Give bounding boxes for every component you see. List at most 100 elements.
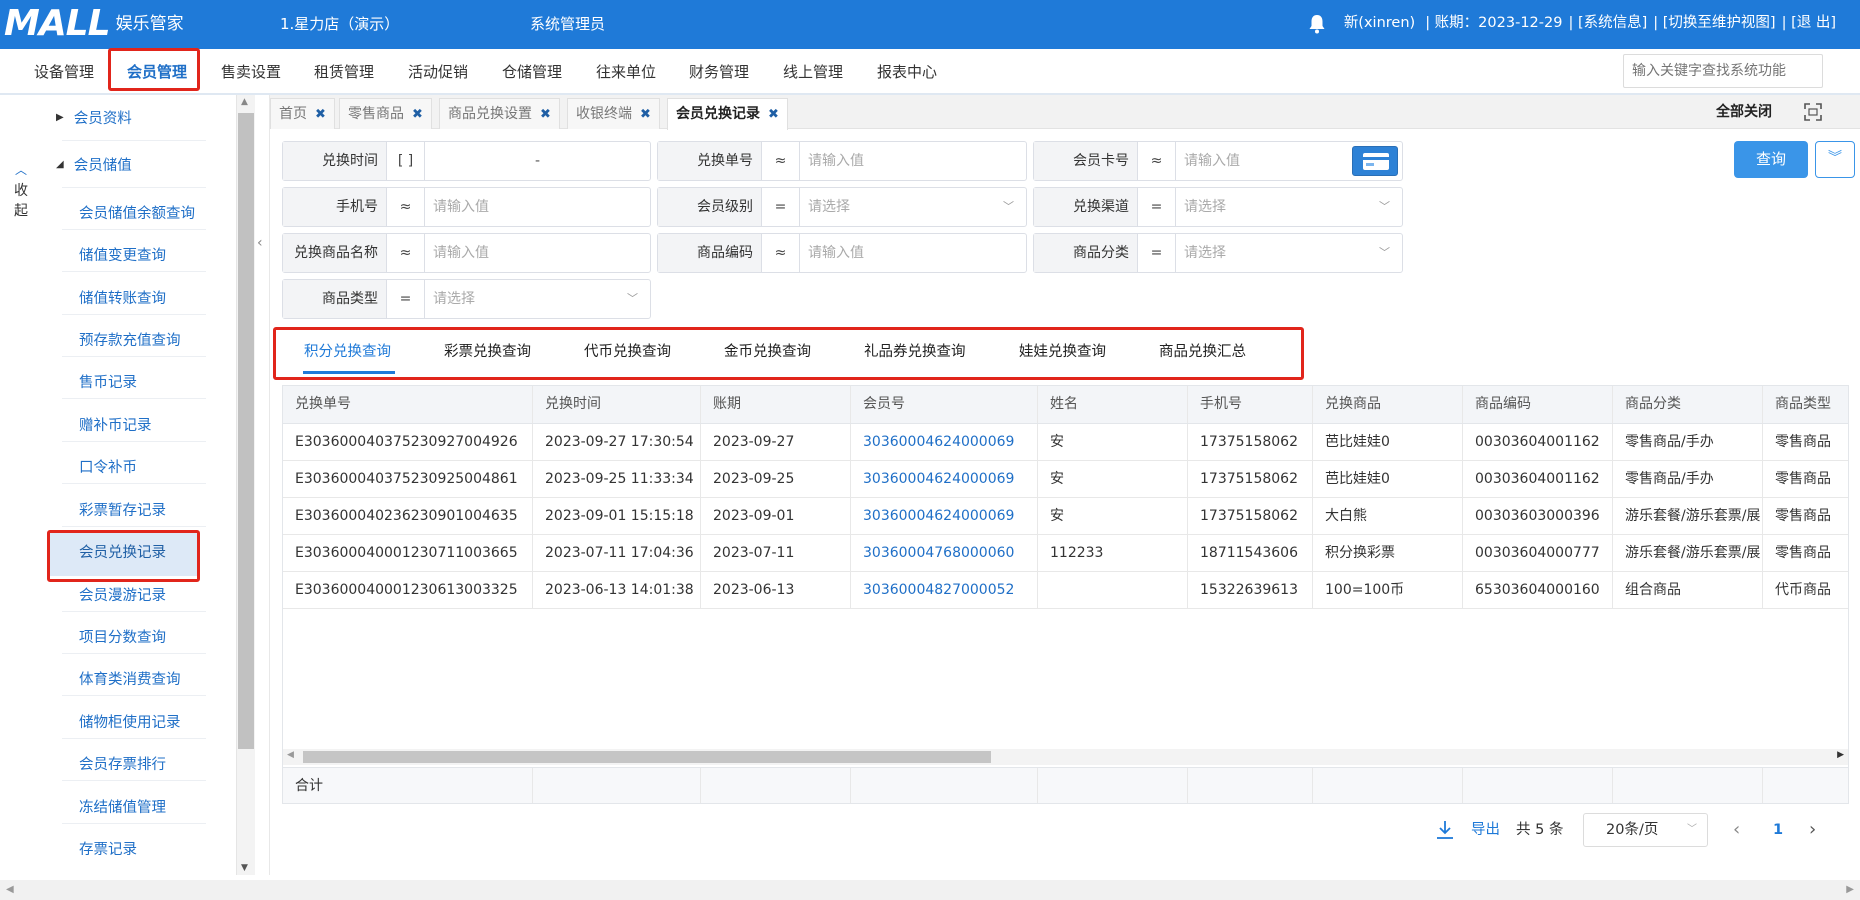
operator[interactable]: ≈ [387, 188, 425, 226]
export-button[interactable]: 导出 [1471, 812, 1500, 848]
scroll-up-icon[interactable]: ▲ [241, 97, 248, 107]
system-info-link[interactable]: | [系统信息] [1568, 0, 1647, 47]
column-header[interactable]: 兑换商品 [1313, 386, 1463, 423]
operator[interactable]: = [1138, 188, 1176, 226]
sidebar-item-project-score[interactable]: 项目分数查询 [79, 626, 166, 647]
sidebar-scrollbar[interactable]: ▲ ▼ [237, 95, 255, 875]
column-header[interactable]: 账期 [701, 386, 851, 423]
user-name[interactable]: 新(xinren) [1344, 0, 1415, 47]
scroll-right-icon[interactable]: ▶ [1846, 884, 1854, 895]
subtab-ticket-exchange[interactable]: 彩票兑换查询 [444, 327, 531, 377]
download-icon[interactable] [1436, 820, 1454, 840]
sidebar-toggle[interactable]: ‹ [255, 95, 270, 875]
menu-finance[interactable]: 财务管理 [689, 49, 749, 95]
column-header[interactable]: 兑换单号 [283, 386, 533, 423]
menu-member[interactable]: 会员管理 [127, 49, 187, 95]
sidebar-item-sports-consumption[interactable]: 体育类消费查询 [79, 668, 181, 689]
exchange-no-input[interactable]: 请输入值 [800, 142, 1026, 180]
table-horizontal-scrollbar[interactable]: ◀ ▶ [283, 749, 1848, 765]
cell-member-no[interactable]: 30360004624000069 [851, 461, 1038, 497]
logout-link[interactable]: | [退 出] [1782, 0, 1836, 47]
sidebar-item-member-exchange[interactable]: 会员兑换记录 [79, 541, 166, 562]
cell-member-no[interactable]: 30360004768000060 [851, 535, 1038, 571]
column-header[interactable]: 会员号 [851, 386, 1038, 423]
goods-code-input[interactable]: 请输入值 [800, 234, 1026, 272]
table-row[interactable]: E303600040001230613003325 2023-06-13 14:… [283, 572, 1848, 609]
close-icon[interactable]: ✖ [768, 107, 779, 122]
sidebar-group-member-info[interactable]: ▶ 会员资料 [56, 107, 132, 128]
sidebar-item-ticket-records[interactable]: 存票记录 [79, 838, 137, 859]
cell-member-no[interactable]: 30360004827000052 [851, 572, 1038, 608]
goods-type-select[interactable]: 请选择 ﹀ [425, 280, 650, 318]
sidebar-item-password-coins[interactable]: 口令补币 [79, 456, 137, 477]
query-button[interactable]: 查询 [1734, 141, 1808, 178]
page-size-select[interactable]: 20条/页 ﹀ [1583, 813, 1708, 847]
sidebar-item-bonus-coins[interactable]: 赠补币记录 [79, 414, 152, 435]
column-header[interactable]: 商品分类 [1613, 386, 1763, 423]
table-row[interactable]: E303600040001230711003665 2023-07-11 17:… [283, 535, 1848, 572]
next-page-button[interactable]: › [1809, 812, 1816, 848]
subtab-points-exchange[interactable]: 积分兑换查询 [304, 327, 391, 377]
phone-input[interactable]: 请输入值 [425, 188, 650, 226]
sidebar-collapse[interactable]: ︿ 收起 [0, 95, 44, 875]
goods-name-input[interactable]: 请输入值 [425, 234, 650, 272]
tab-home[interactable]: 首页 ✖ [270, 98, 335, 129]
function-search-input[interactable] [1623, 54, 1823, 88]
tab-retail-goods[interactable]: 零售商品 ✖ [339, 98, 432, 129]
goods-category-select[interactable]: 请选择 ﹀ [1176, 234, 1402, 272]
subtab-goods-summary[interactable]: 商品兑换汇总 [1159, 327, 1246, 377]
prev-page-button[interactable]: ‹ [1733, 812, 1740, 848]
store-name[interactable]: 1.星力店（演示） [280, 0, 399, 49]
sidebar-item-freeze-deposit[interactable]: 冻结储值管理 [79, 796, 166, 817]
scrollbar-thumb[interactable] [303, 751, 991, 763]
chevron-left-icon[interactable]: ‹ [257, 235, 263, 251]
column-header[interactable]: 手机号 [1188, 386, 1313, 423]
page-number-current[interactable]: 1 [1773, 812, 1783, 848]
operator[interactable]: [ ] [387, 142, 425, 180]
date-range-input[interactable]: - [425, 142, 650, 180]
read-card-button[interactable] [1352, 146, 1398, 176]
operator[interactable]: = [1138, 234, 1176, 272]
tab-cashier-terminal[interactable]: 收银终端 ✖ [567, 98, 660, 129]
scroll-right-icon[interactable]: ▶ [1837, 750, 1844, 760]
close-icon[interactable]: ✖ [540, 107, 551, 122]
cell-member-no[interactable]: 30360004624000069 [851, 498, 1038, 534]
operator[interactable]: ≈ [387, 234, 425, 272]
menu-online[interactable]: 线上管理 [783, 49, 843, 95]
close-icon[interactable]: ✖ [412, 107, 423, 122]
close-all-tabs-button[interactable]: 全部关闭 [1716, 95, 1772, 129]
collapse-label[interactable]: 收起 [14, 181, 30, 221]
menu-partners[interactable]: 往来单位 [596, 49, 656, 95]
operator[interactable]: ≈ [1138, 142, 1176, 180]
close-icon[interactable]: ✖ [315, 107, 326, 122]
subtab-gift-voucher-exchange[interactable]: 礼品券兑换查询 [864, 327, 966, 377]
table-row[interactable]: E303600040236230901004635 2023-09-01 15:… [283, 498, 1848, 535]
sidebar-item-member-roaming[interactable]: 会员漫游记录 [79, 584, 166, 605]
subtab-token-exchange[interactable]: 代币兑换查询 [584, 327, 671, 377]
column-header[interactable]: 兑换时间 [533, 386, 701, 423]
sidebar-item-deposit-change[interactable]: 储值变更查询 [79, 244, 166, 265]
fullscreen-icon[interactable] [1804, 103, 1822, 121]
column-header[interactable]: 商品类型 [1763, 386, 1848, 423]
sidebar-item-locker-usage[interactable]: 储物柜使用记录 [79, 711, 181, 732]
sidebar-item-deposit-transfer[interactable]: 储值转账查询 [79, 287, 166, 308]
menu-reports[interactable]: 报表中心 [877, 49, 937, 95]
sidebar-item-ticket-storage[interactable]: 彩票暂存记录 [79, 499, 166, 520]
operator[interactable]: ≈ [762, 142, 800, 180]
sidebar-item-ticket-ranking[interactable]: 会员存票排行 [79, 753, 166, 774]
expand-filters-button[interactable]: ︾ [1815, 141, 1855, 178]
sidebar-group-member-deposit[interactable]: ◢ 会员储值 [56, 154, 132, 175]
menu-sales[interactable]: 售卖设置 [221, 49, 281, 95]
menu-promotion[interactable]: 活动促销 [408, 49, 468, 95]
scroll-down-icon[interactable]: ▼ [241, 863, 248, 873]
member-level-select[interactable]: 请选择 ﹀ [800, 188, 1026, 226]
column-header[interactable]: 商品编码 [1463, 386, 1613, 423]
subtab-doll-exchange[interactable]: 娃娃兑换查询 [1019, 327, 1106, 377]
scrollbar-thumb[interactable] [238, 113, 254, 749]
operator[interactable]: = [762, 188, 800, 226]
operator[interactable]: ≈ [762, 234, 800, 272]
table-row[interactable]: E3036000403752309270049​26 2023-09-27 17… [283, 424, 1848, 461]
page-horizontal-scrollbar[interactable]: ◀ ▶ [0, 880, 1860, 900]
chevron-up-icon[interactable]: ︿ [15, 161, 27, 178]
menu-device[interactable]: 设备管理 [34, 49, 94, 95]
